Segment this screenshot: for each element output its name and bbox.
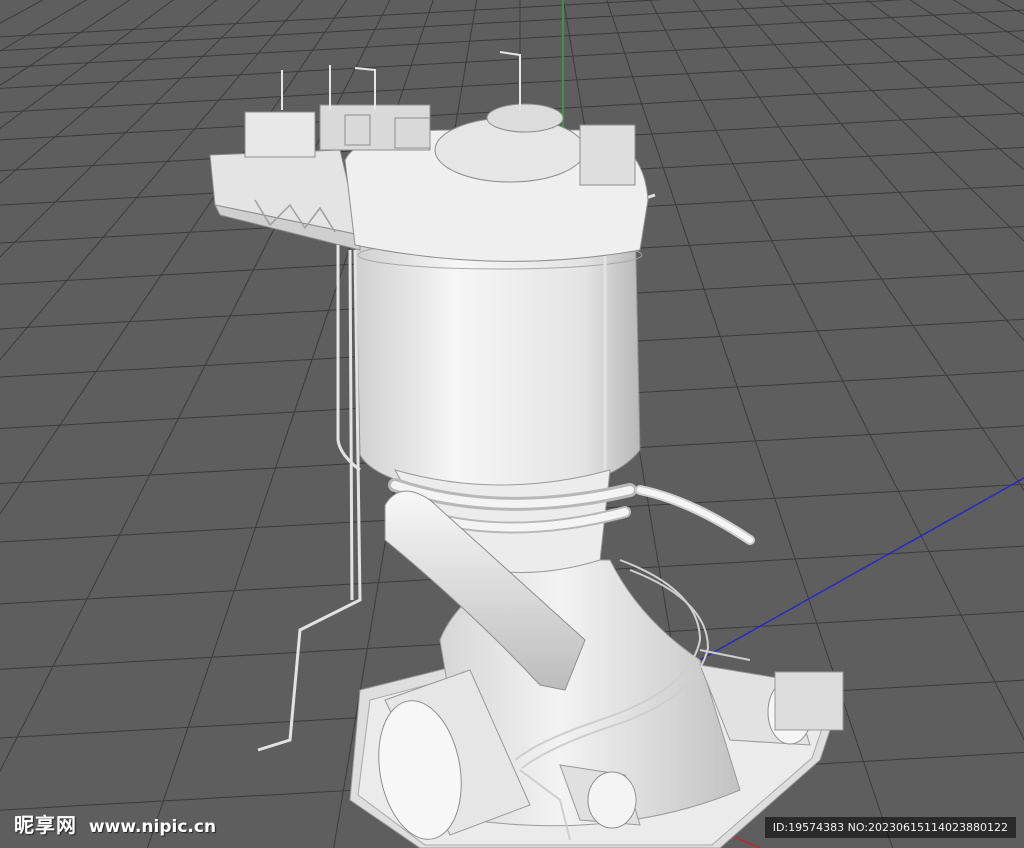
grid-line: [909, 0, 1024, 76]
watermark-url: www.nipic.cn: [88, 817, 217, 837]
watermark-brand: 昵享网: [14, 813, 77, 837]
top-machinery: [319, 104, 431, 151]
scene-render: [0, 0, 1024, 848]
grid-line: [0, 0, 88, 52]
grid-line: [1000, 0, 1024, 848]
image-id-label: ID:19574383 NO:20230615114023880122: [764, 817, 1016, 838]
grid-line: [0, 0, 44, 24]
grid-line: [0, 0, 174, 129]
viewport-3d[interactable]: 昵享网 www.nipic.cn ID:19574383 NO:20230615…: [0, 0, 1024, 848]
grid-line: [866, 0, 1024, 118]
grid-line: [0, 0, 218, 185]
grid-line: [952, 0, 1024, 43]
x-axis-line: [699, 477, 1024, 661]
site-watermark: 昵享网 www.nipic.cn: [14, 809, 216, 838]
grid-line: [0, 0, 261, 258]
grid-line: [0, 0, 1, 1]
